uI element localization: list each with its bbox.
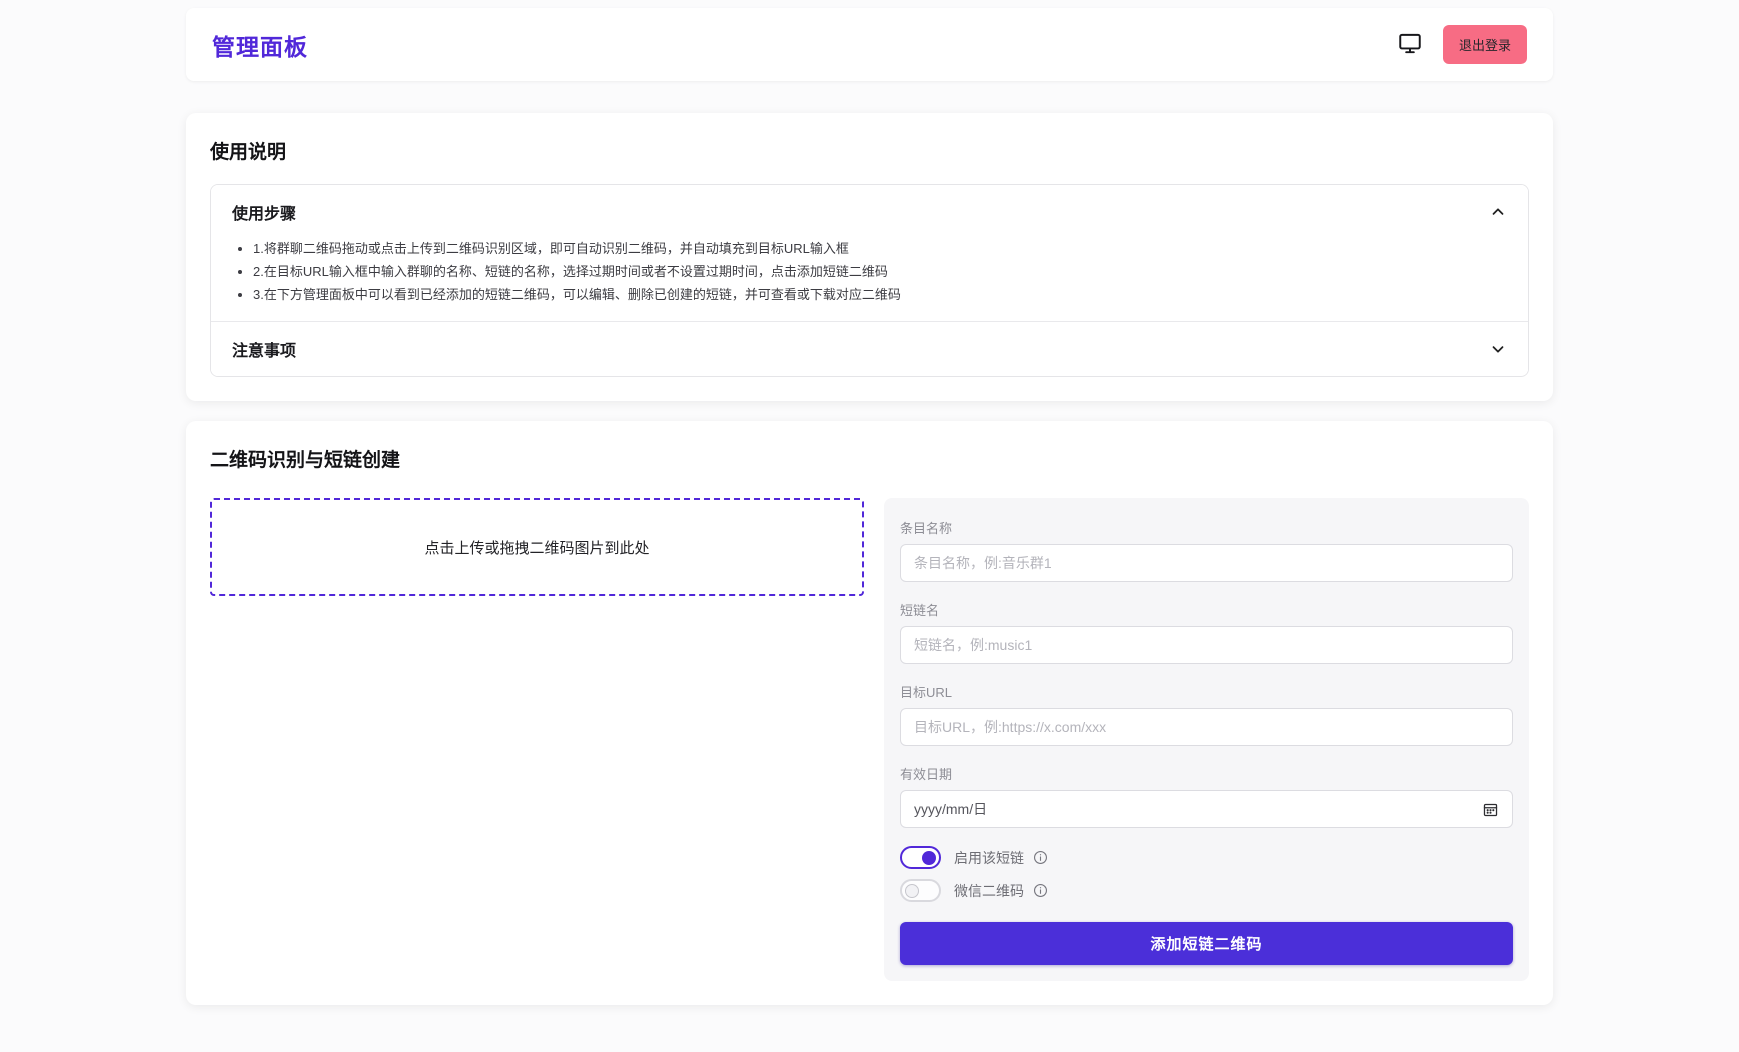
calendar-icon[interactable] [1482,801,1499,818]
creator-columns: 点击上传或拖拽二维码图片到此处 条目名称 短链名 目标URL 有效日期 [210,498,1529,981]
enable-shortlink-toggle[interactable] [900,846,941,869]
entry-name-label: 条目名称 [900,518,1513,537]
target-url-input[interactable] [900,708,1513,746]
short-name-field: 短链名 [900,600,1513,664]
qr-upload-dropzone[interactable]: 点击上传或拖拽二维码图片到此处 [210,498,864,596]
shortlink-form-panel: 条目名称 短链名 目标URL 有效日期 yyyy/mm/日 [884,498,1529,981]
steps-title: 使用步骤 [232,200,296,224]
chevron-up-icon [1489,203,1507,221]
wechat-toggle-row: 微信二维码 [900,879,1513,902]
info-icon[interactable] [1033,850,1048,865]
instructions-heading: 使用说明 [210,137,1529,164]
valid-date-field: 有效日期 yyyy/mm/日 [900,764,1513,828]
upload-hint-text: 点击上传或拖拽二维码图片到此处 [424,537,649,558]
add-shortlink-button[interactable]: 添加短链二维码 [900,922,1513,965]
header-bar: 管理面板 退出登录 [186,8,1553,81]
short-name-label: 短链名 [900,600,1513,619]
header-actions: 退出登录 [1397,25,1527,64]
valid-date-input[interactable]: yyyy/mm/日 [900,790,1513,828]
toggle-knob [922,851,936,865]
entry-name-field: 条目名称 [900,518,1513,582]
enable-toggle-row: 启用该短链 [900,846,1513,869]
page-container: 管理面板 退出登录 使用说明 使用步骤 [186,8,1553,1041]
usage-step-item: 1.将群聊二维码拖动或点击上传到二维码识别区域，即可自动识别二维码，并自动填充到… [253,241,1504,257]
instructions-accordion: 使用步骤 1.将群聊二维码拖动或点击上传到二维码识别区域，即可自动识别二维码，并… [210,184,1529,377]
instructions-card: 使用说明 使用步骤 1.将群聊二维码拖动或点击上传到二维码识别区域，即可自动识别… [186,113,1553,401]
usage-step-item: 3.在下方管理面板中可以看到已经添加的短链二维码，可以编辑、删除已创建的短链，并… [253,287,1504,303]
target-url-field: 目标URL [900,682,1513,746]
notes-title: 注意事项 [232,337,296,361]
accordion-header-steps[interactable]: 使用步骤 [211,185,1528,239]
logout-button[interactable]: 退出登录 [1443,25,1527,64]
accordion-header-notes[interactable]: 注意事项 [211,322,1528,376]
bottom-spacer [186,1005,1553,1041]
steps-body: 1.将群聊二维码拖动或点击上传到二维码识别区域，即可自动识别二维码，并自动填充到… [211,239,1528,321]
valid-date-value: yyyy/mm/日 [914,799,987,819]
app-title: 管理面板 [212,28,308,62]
toggle-knob [905,884,919,898]
usage-step-item: 2.在目标URL输入框中输入群聊的名称、短链的名称，选择过期时间或者不设置过期时… [253,264,1504,280]
valid-date-label: 有效日期 [900,764,1513,783]
short-name-input[interactable] [900,626,1513,664]
chevron-down-icon [1489,340,1507,358]
wechat-toggle-label: 微信二维码 [954,881,1024,901]
target-url-label: 目标URL [900,682,1513,701]
info-icon[interactable] [1033,883,1048,898]
wechat-qr-toggle[interactable] [900,879,941,902]
usage-steps-list: 1.将群聊二维码拖动或点击上传到二维码识别区域，即可自动识别二维码，并自动填充到… [239,241,1504,303]
monitor-icon [1397,30,1423,59]
display-mode-button[interactable] [1397,30,1423,59]
creator-heading: 二维码识别与短链创建 [210,445,1529,472]
enable-toggle-label: 启用该短链 [954,848,1024,868]
creator-card: 二维码识别与短链创建 点击上传或拖拽二维码图片到此处 条目名称 短链名 目标UR… [186,421,1553,1005]
entry-name-input[interactable] [900,544,1513,582]
